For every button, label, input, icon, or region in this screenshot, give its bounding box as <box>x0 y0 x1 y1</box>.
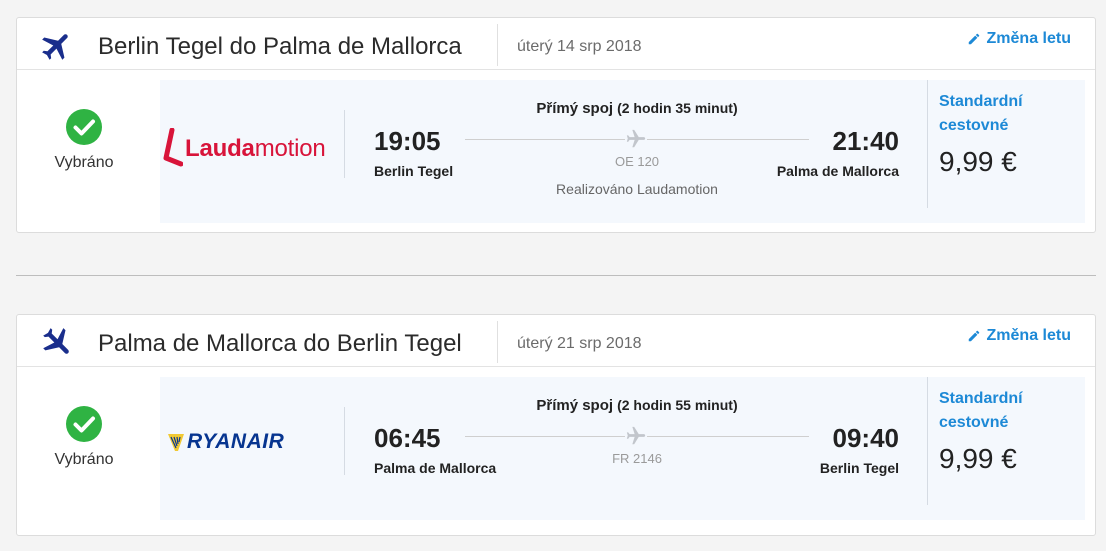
laudamotion-mark-icon <box>163 128 183 167</box>
flight-duration: (2 hodin 35 minut) <box>617 100 738 116</box>
fare-type: Standardní cestovné <box>939 390 1023 431</box>
direct-flight-info: Přímý spoj (2 hodin 35 minut) <box>465 100 809 117</box>
airplane-icon <box>43 328 69 354</box>
ryanair-logo: RYANAIR <box>167 430 284 454</box>
fare-type: Standardní cestovné <box>939 93 1023 134</box>
return-flight-card: Palma de Mallorca do Berlin Tegel úterý … <box>16 314 1096 536</box>
logo-divider <box>344 110 345 178</box>
header-divider <box>497 24 498 66</box>
direct-flight-label: Přímý spoj <box>536 397 614 414</box>
outbound-flight-card: Berlin Tegel do Palma de Mallorca úterý … <box>16 17 1096 233</box>
pencil-icon <box>968 330 979 342</box>
change-flight-link[interactable]: Změna letu <box>967 327 1071 345</box>
arrival-time: 21:40 <box>832 126 900 156</box>
change-flight-label: Změna letu <box>986 30 1071 47</box>
airplane-icon <box>42 34 68 60</box>
flight-card-header: Berlin Tegel do Palma de Mallorca úterý … <box>17 18 1095 70</box>
change-flight-link[interactable]: Změna letu <box>967 30 1071 48</box>
harp-icon <box>168 434 184 451</box>
flight-details-panel: Laudamotion Přímý spoj (2 hodin 35 minut)… <box>160 80 1085 223</box>
logo-divider <box>344 407 345 475</box>
direct-flight-label: Přímý spoj <box>536 100 614 117</box>
check-circle-icon <box>66 406 102 442</box>
departure-time: 06:45 <box>374 423 441 453</box>
departure-time: 19:05 <box>374 126 441 156</box>
flight-card-body: Vybráno RYANAIR Přímý spoj (2 hodin 55 mi… <box>17 367 1095 531</box>
flight-number: FR 2146 <box>612 451 662 466</box>
header-divider <box>497 321 498 363</box>
arrival-airport: Palma de Mallorca <box>776 163 899 179</box>
price-divider <box>927 80 928 208</box>
laudamotion-logo: Laudamotion <box>161 128 326 170</box>
flight-card-header: Palma de Mallorca do Berlin Tegel úterý … <box>17 315 1095 367</box>
direct-flight-info: Přímý spoj (2 hodin 55 minut) <box>465 397 809 414</box>
airplane-icon <box>625 425 647 447</box>
flight-number: OE 120 <box>614 154 660 169</box>
price-divider <box>927 377 928 505</box>
pencil-icon <box>968 33 979 45</box>
section-divider <box>16 275 1096 276</box>
flight-card-body: Vybráno Laudamotion Přímý spoj (2 hodin 3… <box>17 70 1095 234</box>
arrival-time: 09:40 <box>832 423 900 453</box>
route-title: Palma de Mallorca do Berlin Tegel <box>98 330 462 357</box>
flight-duration: (2 hodin 55 minut) <box>617 397 738 413</box>
selected-status: Vybráno <box>54 154 114 171</box>
price: 9,99 € <box>939 146 1017 177</box>
change-flight-label: Změna letu <box>986 327 1071 344</box>
airplane-icon <box>625 128 647 150</box>
price: 9,99 € <box>939 443 1017 474</box>
laudamotion-wordmark: Laudamotion <box>185 135 326 162</box>
ryanair-wordmark: RYANAIR <box>187 430 285 453</box>
selected-status: Vybráno <box>54 451 114 468</box>
flight-date: úterý 14 srp 2018 <box>517 38 642 55</box>
flight-details-panel: RYANAIR Přímý spoj (2 hodin 55 minut) 06:… <box>160 377 1085 520</box>
flight-date: úterý 21 srp 2018 <box>517 335 642 352</box>
arrival-airport: Berlin Tegel <box>819 460 899 476</box>
route-title: Berlin Tegel do Palma de Mallorca <box>98 33 462 60</box>
departure-airport: Berlin Tegel <box>374 163 454 179</box>
check-circle-icon <box>66 109 102 145</box>
operated-by: Realizováno Laudamotion <box>556 181 718 197</box>
